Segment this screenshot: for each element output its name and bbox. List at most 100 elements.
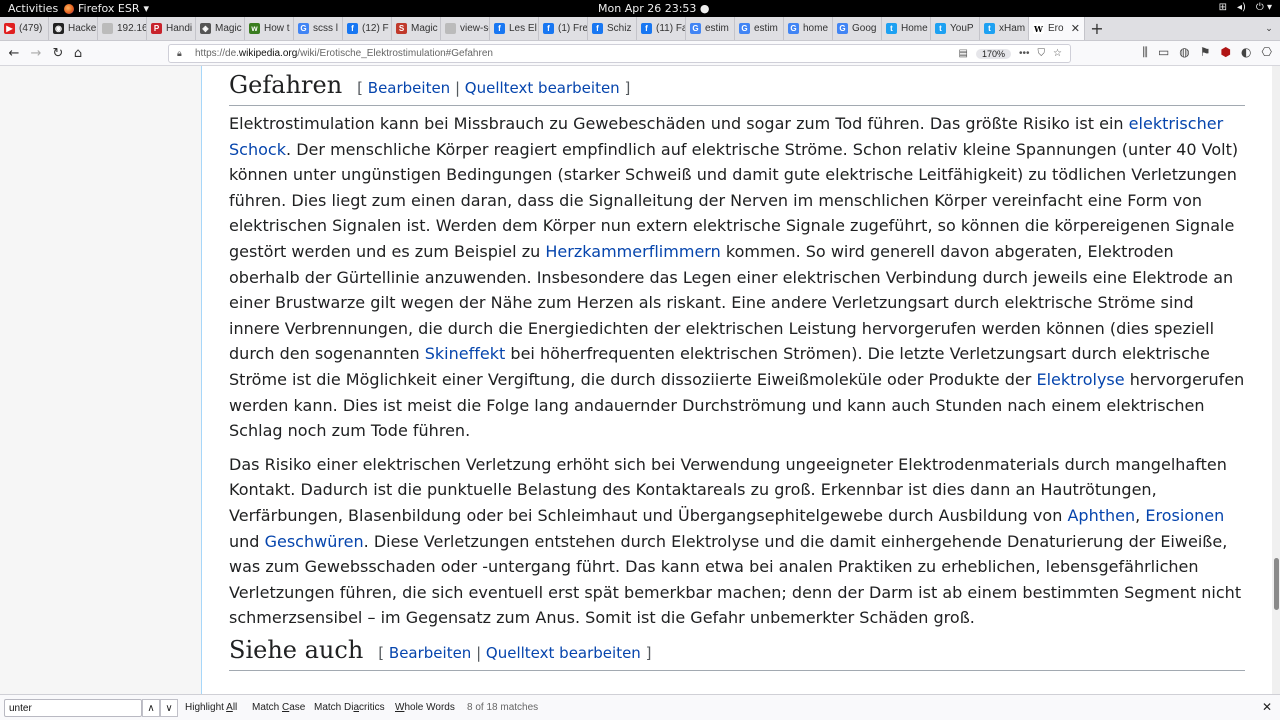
twitter-icon: t [935,23,946,34]
clock[interactable]: Mon Apr 26 23:53 ● [598,2,710,15]
section-heading-gefahren: Gefahren [ Bearbeiten | Quelltext bearbe… [229,68,1245,106]
magic-red-icon: S [396,23,407,34]
url-host: wikipedia.org [238,48,298,59]
browser-tab[interactable]: S Magic [392,17,441,40]
url-path: /wiki/Erotische_Elektrostimulation#Gefah… [297,48,493,59]
browser-tab[interactable]: f (1) Fre [539,17,588,40]
browser-tab[interactable]: ◉ Hacke [49,17,98,40]
bookmark-star-icon[interactable]: ☆ [1053,48,1062,59]
browser-tab[interactable]: Gestim [735,17,784,40]
browser-tab[interactable]: f Schiz [588,17,637,40]
tab-label: (12) F [362,23,389,34]
find-input[interactable] [4,699,142,717]
match-count: 8 of 18 matches [467,702,539,713]
network-icon: ⊞ [1218,2,1227,13]
article-text: Elektrostimulation kann bei Missbrauch z… [229,114,1129,133]
toolbar-extensions: ⫼ ▭ ◍ ⚑ ⬢ ◐ ⎔ [1142,45,1272,60]
list-all-tabs-button[interactable]: ⌄ [1258,17,1280,40]
article-link[interactable]: Skineffekt [425,344,506,363]
bracket: ] [619,79,631,97]
label-part: Match Di [314,702,354,713]
back-button[interactable]: ← [4,44,24,63]
browser-tab[interactable]: ▶ (479) [0,17,49,40]
tab-label: Home [901,23,928,34]
browser-tab[interactable]: view-sou [441,17,490,40]
label-part: critics [359,702,385,713]
find-next-button[interactable]: ∨ [160,699,178,717]
system-tray[interactable]: ⊞ ◂) ⏻ ▾ [1219,2,1272,13]
label-accesskey: A [226,702,233,713]
browser-tab[interactable]: W Ero ✕ [1029,17,1085,40]
whole-words-checkbox[interactable]: Whole Words [395,702,455,713]
browser-tab[interactable]: f Les El [490,17,539,40]
volume-icon: ◂) [1236,2,1246,13]
browser-tab[interactable]: t xHam [980,17,1029,40]
article-link[interactable]: Geschwüren [265,532,364,551]
new-tab-button[interactable]: + [1085,17,1109,40]
article-link[interactable]: Aphthen [1067,506,1135,525]
tab-label: home [803,23,829,34]
tab-label: Magic [215,23,242,34]
highlight-all-checkbox[interactable]: Highlight All [185,702,237,713]
url-prefix: https://de. [195,48,239,59]
url-text[interactable]: https://de.wikipedia.org/wiki/Erotische_… [195,48,493,59]
activities-button[interactable]: Activities [8,2,58,15]
browser-tab[interactable]: f (11) Fa [637,17,686,40]
url-bar[interactable]: 🔒︎ https://de.wikipedia.org/wiki/Erotisc… [168,44,1071,63]
library-icon[interactable]: ⫼ [1142,45,1148,60]
app-menu[interactable]: Firefox ESR ▾ [64,2,149,15]
forward-button[interactable]: → [26,44,46,63]
extension-flag-icon[interactable]: ⚑ [1200,45,1211,60]
browser-tab[interactable]: 192.168.1 [98,17,147,40]
browser-tab[interactable]: Gscss l [294,17,343,40]
article-text: . Diese Verletzungen entstehen durch Ele… [229,531,1242,628]
browser-tab[interactable]: t Home [882,17,931,40]
browser-tab[interactable]: ◈ Magic [196,17,245,40]
page-actions-button[interactable]: ••• [1019,48,1030,59]
tab-label: Hacke [68,23,97,34]
page-scrollbar[interactable] [1272,66,1280,694]
scrollbar-thumb[interactable] [1274,558,1279,610]
browser-tab[interactable]: P Handi [147,17,196,40]
reader-view-icon[interactable]: ▤ [959,48,968,59]
separator: | [471,643,486,662]
close-find-bar-button[interactable]: ✕ [1262,700,1272,714]
browser-tab[interactable]: f (12) F [343,17,392,40]
article-link[interactable]: Elektrolyse [1036,370,1124,389]
browser-tab[interactable]: w How t [245,17,294,40]
article-link[interactable]: Erosionen [1145,506,1224,525]
find-bar: ∧ ∨ Highlight All Match Case Match Diacr… [0,694,1280,720]
pocket-icon[interactable]: ⛉ [1038,48,1046,59]
home-button[interactable]: ⌂ [68,44,88,63]
edit-link[interactable]: Bearbeiten [389,644,471,662]
edit-source-link[interactable]: Quelltext bearbeiten [486,644,641,662]
find-previous-button[interactable]: ∧ [142,699,160,717]
browser-tab[interactable]: t YouP [931,17,980,40]
article-link[interactable]: Herzkammerflimmern [545,242,720,261]
power-icon: ⏻ ▾ [1255,2,1272,13]
edit-source-link[interactable]: Quelltext bearbeiten [465,79,620,97]
reload-button[interactable]: ↻ [48,44,68,63]
ublock-icon[interactable]: ⬢ [1221,45,1231,60]
match-diacritics-checkbox[interactable]: Match Diacritics [314,702,385,713]
lock-icon[interactable]: 🔒︎ [177,48,187,59]
github-icon: ◉ [53,23,64,34]
tab-label: Magic [411,23,438,34]
browser-tab[interactable]: G Goog [833,17,882,40]
blank-page-icon [102,23,113,34]
menu-icon[interactable]: ⎔ [1262,45,1272,60]
account-icon[interactable]: ◍ [1179,45,1189,60]
zoom-level[interactable]: 170% [975,48,1012,59]
edit-link[interactable]: Bearbeiten [368,79,450,97]
browser-tab[interactable]: Ghome [784,17,833,40]
tab-label: (479) [19,23,43,34]
dark-mode-icon[interactable]: ◐ [1241,45,1251,60]
tab-label: Ero [1048,23,1064,34]
match-case-checkbox[interactable]: Match Case [252,702,305,713]
wikipedia-sidebar [0,66,202,694]
browser-tab[interactable]: Gestim [686,17,735,40]
bracket: [ [357,79,368,97]
facebook-icon: f [494,23,505,34]
sidebar-icon[interactable]: ▭ [1158,45,1169,60]
close-tab-icon[interactable]: ✕ [1071,22,1080,35]
